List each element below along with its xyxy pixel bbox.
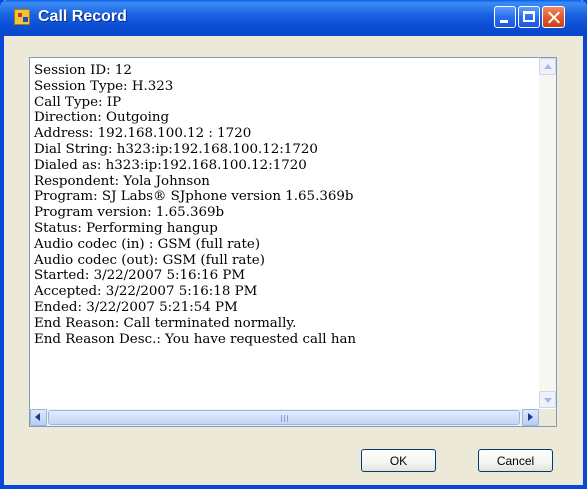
scrollbar-corner	[539, 409, 556, 426]
scroll-left-button[interactable]	[30, 409, 47, 426]
log-line: Call Type: IP	[34, 94, 122, 110]
app-icon	[14, 9, 30, 25]
close-button[interactable]	[542, 6, 565, 28]
horizontal-scrollbar[interactable]	[30, 409, 556, 426]
horizontal-scroll-thumb[interactable]	[48, 410, 520, 425]
log-line: Audio codec (out): GSM (full rate)	[34, 252, 265, 268]
log-line: Direction: Outgoing	[34, 110, 170, 126]
up-arrow-icon	[544, 64, 552, 69]
log-line: Dialed as: h323:ip:192.168.100.12:1720	[34, 157, 307, 173]
log-line: Status: Performing hangup	[34, 220, 218, 236]
log-line: Accepted: 3/22/2007 5:16:18 PM	[34, 284, 258, 300]
log-line: Program: SJ Labs® SJphone version 1.65.3…	[34, 189, 354, 205]
right-arrow-icon	[528, 413, 533, 421]
scroll-down-button[interactable]	[539, 391, 556, 408]
log-line: End Reason: Call terminated normally.	[34, 315, 297, 331]
log-line: Respondent: Yola Johnson	[34, 173, 210, 189]
log-line: Ended: 3/22/2007 5:21:54 PM	[34, 299, 238, 315]
window-title: Call Record	[38, 8, 127, 25]
call-log-textarea[interactable]: Session ID: 12 Session Type: H.323 Call Ty…	[29, 57, 557, 427]
down-arrow-icon	[544, 398, 552, 403]
log-line: Audio codec (in) : GSM (full rate)	[34, 236, 261, 252]
left-arrow-icon	[35, 413, 40, 421]
log-line: Session Type: H.323	[34, 78, 174, 94]
log-line: End Reason Desc.: You have requested cal…	[34, 331, 357, 347]
log-line: Session ID: 12	[34, 63, 132, 78]
log-line: Started: 3/22/2007 5:16:16 PM	[34, 268, 246, 284]
minimize-button[interactable]	[494, 6, 516, 28]
ok-button[interactable]: OK	[361, 449, 436, 472]
maximize-button[interactable]	[518, 6, 540, 28]
log-line: Address: 192.168.100.12 : 1720	[34, 126, 252, 142]
scroll-up-button[interactable]	[539, 58, 556, 75]
log-line: Dial String: h323:ip:192.168.100.12:1720	[34, 141, 318, 157]
grip-icon	[281, 415, 290, 422]
call-log-text[interactable]: Session ID: 12 Session Type: H.323 Call Ty…	[34, 63, 534, 403]
log-line: Program version: 1.65.369b	[34, 205, 225, 221]
title-bar[interactable]: Call Record	[0, 0, 587, 36]
cancel-button[interactable]: Cancel	[478, 449, 553, 472]
vertical-scrollbar[interactable]	[539, 58, 556, 408]
scroll-right-button[interactable]	[522, 409, 539, 426]
